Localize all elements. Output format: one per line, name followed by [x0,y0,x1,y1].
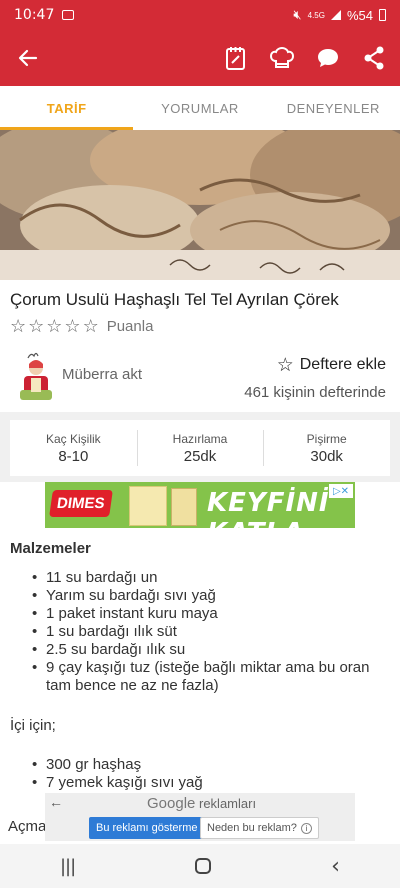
next-section-heading: Açma [8,818,47,835]
home-icon[interactable] [195,858,212,874]
tab-recipe[interactable]: TARİF [0,86,134,130]
signal-icon [330,10,341,20]
ingredients-section: Malzemeler 11 su bardağı un Yarım su bar… [10,540,390,792]
chef-button[interactable] [268,44,296,72]
list-item: 7 yemek kaşığı sıvı yağ [32,774,390,792]
tab-triers[interactable]: DENEYENLER [267,86,400,130]
recipe-info-card: Kaç Kişilik 8-10 Hazırlama 25dk Pişirme … [10,420,390,476]
recipe-photo [0,130,400,280]
cook-info: Pişirme 30dk [263,420,390,476]
star-icon[interactable]: ☆ [46,316,62,337]
why-ad-label: Neden bu reklam? [207,822,297,834]
add-to-notebook-label: Deftere ekle [299,356,386,373]
avatar[interactable] [16,350,56,402]
status-bar: 10:47 🔇︎ 4.5G %54 [0,0,400,30]
why-this-ad-button[interactable]: Neden bu reklam? i [200,817,319,839]
list-item: 1 su bardağı ılık süt [32,623,390,641]
system-back-icon[interactable]: ‹ [331,854,340,879]
star-outline-icon: ☆ [276,354,294,376]
notepad-icon [226,47,245,70]
ingredients-list: 11 su bardağı un Yarım su bardağı sıvı y… [10,569,390,695]
gallery-icon [62,10,75,20]
star-icon[interactable]: ☆ [28,316,44,337]
star-icon[interactable]: ☆ [64,316,80,337]
rating-row[interactable]: ☆ ☆ ☆ ☆ ☆ Puanla [10,316,153,337]
info-icon: i [300,822,312,834]
info-value: 25dk [183,447,217,465]
chat-bubble-icon [318,49,338,67]
author-name[interactable]: Müberra akt [62,366,142,383]
recipe-title: Çorum Usulü Haşhaşlı Tel Tel Ayrılan Çör… [10,290,339,309]
info-value: 30dk [310,447,343,465]
author-row: Müberra akt ☆ Deftere ekle 461 kişinin d… [10,348,390,408]
battery-label: %54 [346,7,373,23]
google-brand: Google [147,795,196,812]
pastry-image [0,130,400,280]
info-label: Pişirme [306,431,347,446]
back-button[interactable] [0,30,56,86]
mute-icon: 🔇︎ [293,7,302,23]
network-label: 4.5G [307,10,325,20]
battery-icon [379,9,386,21]
chef-hat-icon [269,46,295,68]
ad-banner[interactable]: DIMES KEYFİNİ KATLA ▷✕ [45,482,355,528]
filling-title: İçi için; [10,717,56,734]
ad-product-image [171,488,197,526]
ingredients-title: Malzemeler [10,540,91,557]
list-item: Yarım su bardağı sıvı yağ [32,587,390,605]
recipe-info-band: Kaç Kişilik 8-10 Hazırlama 25dk Pişirme … [0,412,400,482]
hide-ad-button[interactable]: Bu reklamı gösterme [89,817,205,839]
info-value: 8-10 [58,447,89,465]
back-arrow-icon[interactable]: ← [49,794,63,810]
tab-comments[interactable]: YORUMLAR [133,86,266,130]
ad-brand-logo: DIMES [49,490,113,517]
list-item: 11 su bardağı un [32,569,390,587]
recent-apps-icon[interactable]: ||| [60,856,76,877]
rate-label[interactable]: Puanla [107,318,154,335]
star-icon[interactable]: ☆ [83,316,99,337]
info-label: Hazırlama [172,431,228,446]
servings-info: Kaç Kişilik 8-10 [10,420,137,476]
status-time: 10:47 [14,7,55,23]
list-item: 9 çay kaşığı tuz (isteğe bağlı miktar am… [32,659,390,695]
list-item: 300 gr haşhaş [32,756,390,774]
google-ads-label: Google reklamları [147,795,256,812]
ad-product-image [129,486,167,526]
prep-info: Hazırlama 25dk [136,420,264,476]
app-bar [0,30,400,86]
system-nav-bar: ||| ‹ [0,844,400,888]
filling-list: 300 gr haşhaş 7 yemek kaşığı sıvı yağ [10,756,390,792]
list-item: 2.5 su bardağı ılık su [32,641,390,659]
list-item: 1 paket instant kuru maya [32,605,390,623]
share-button[interactable] [360,44,388,72]
adchoices-icon[interactable]: ▷✕ [329,484,353,498]
info-label: Kaç Kişilik [45,431,101,446]
ads-label: reklamları [199,796,257,811]
back-arrow-icon [18,49,38,67]
star-icon[interactable]: ☆ [10,316,26,337]
share-icon [364,46,384,70]
google-ad-feedback: ← Google reklamları Bu reklamı gösterme … [45,793,355,841]
tab-bar: TARİF YORUMLAR DENEYENLER [0,86,400,130]
notepad-button[interactable] [222,44,250,72]
comments-button[interactable] [314,44,342,72]
notebook-count: 461 kişinin defterinde [244,384,386,401]
add-to-notebook-button[interactable]: ☆ Deftere ekle [277,354,386,376]
